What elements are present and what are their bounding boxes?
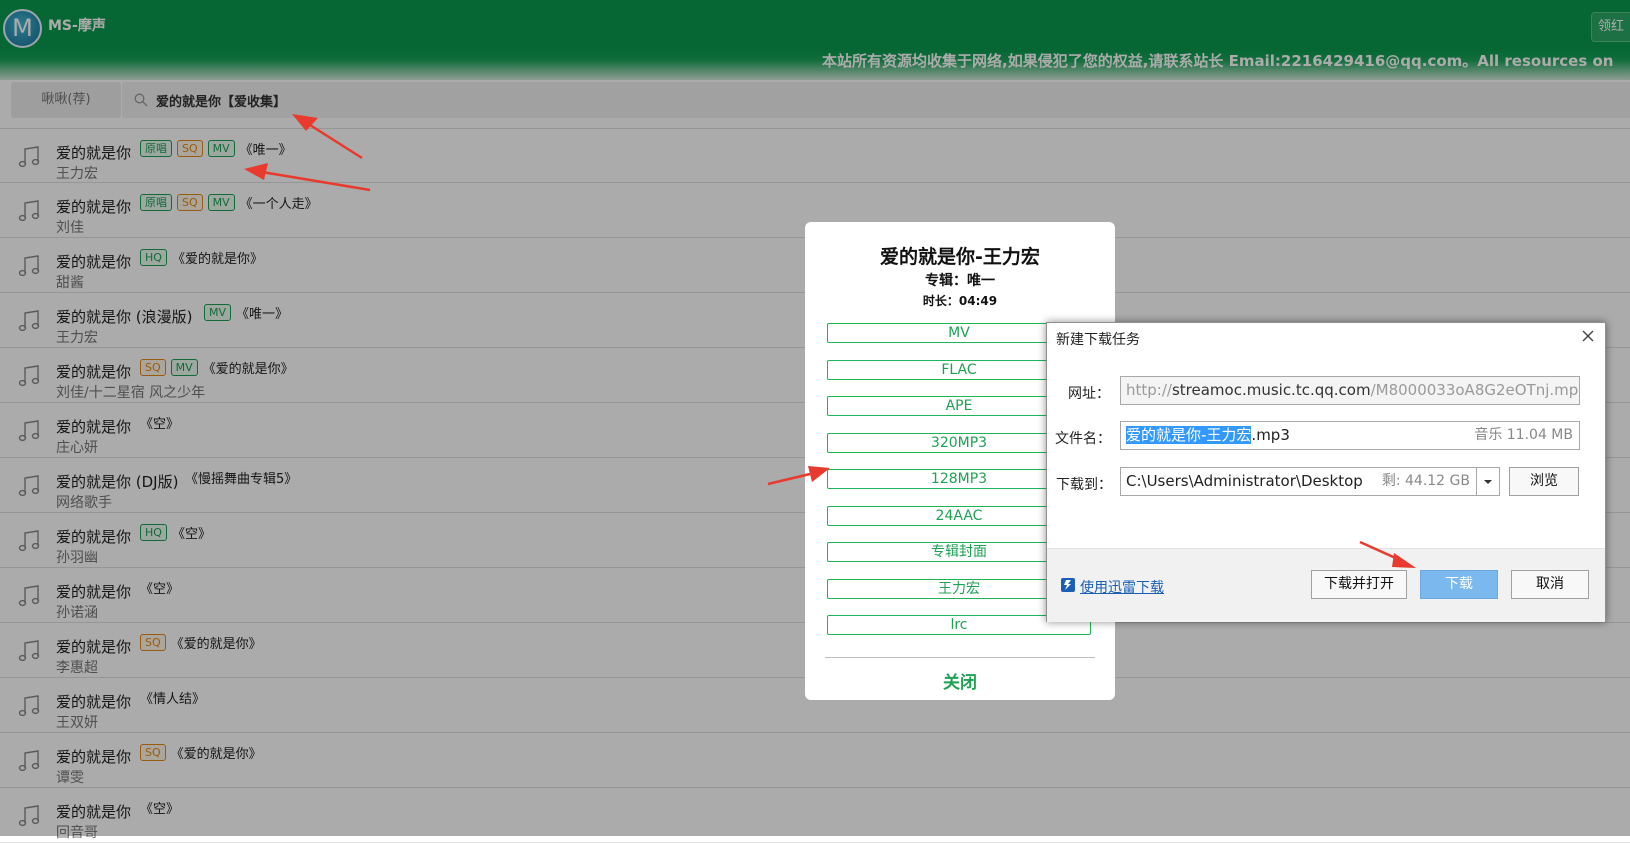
use-thunder-link[interactable]: 使用迅雷下载 [1080, 577, 1164, 597]
url-label: 网址： [1068, 386, 1110, 402]
download-button[interactable]: 下载 [1420, 570, 1498, 599]
chevron-down-icon [1484, 480, 1492, 484]
dialog-title: 新建下载任务 [1056, 332, 1140, 348]
save-path-field[interactable]: C:\Users\Administrator\Desktop 剩: 44.12 … [1120, 467, 1477, 496]
thunder-icon [1061, 578, 1075, 592]
modal-close-button[interactable]: 关闭 [805, 668, 1115, 693]
browse-button[interactable]: 浏览 [1509, 467, 1579, 496]
modal-song-title: 爱的就是你-王力宏 [880, 246, 1040, 268]
url-path: /M8000033oA8G2eOTnj.mp3 [1370, 381, 1580, 399]
filename-field[interactable]: 爱的就是你-王力宏.mp3 音乐 11.04 MB [1120, 421, 1580, 450]
modal-album: 专辑：唯一 [925, 273, 995, 289]
saveto-label: 下载到： [1056, 477, 1112, 493]
save-path: C:\Users\Administrator\Desktop [1126, 472, 1363, 490]
url-host: streamoc.music.tc.qq.com [1171, 381, 1371, 399]
url-prefix: http:// [1126, 381, 1172, 399]
cancel-button[interactable]: 取消 [1511, 570, 1589, 599]
close-icon[interactable] [1579, 327, 1597, 345]
filename-extension: .mp3 [1251, 426, 1290, 444]
free-space: 剩: 44.12 GB [1381, 473, 1470, 489]
filename-label: 文件名： [1055, 431, 1111, 447]
download-and-open-button[interactable]: 下载并打开 [1311, 570, 1407, 599]
url-field[interactable]: http://streamoc.music.tc.qq.com/M8000033… [1120, 376, 1580, 405]
filename-selected-text: 爱的就是你-王力宏 [1126, 426, 1252, 444]
save-path-dropdown[interactable] [1476, 467, 1500, 496]
file-info: 音乐 11.04 MB [1474, 427, 1573, 443]
divider [825, 657, 1095, 658]
dialog-titlebar: 新建下载任务 [1047, 323, 1605, 353]
modal-duration: 时长：04:49 [922, 294, 998, 308]
